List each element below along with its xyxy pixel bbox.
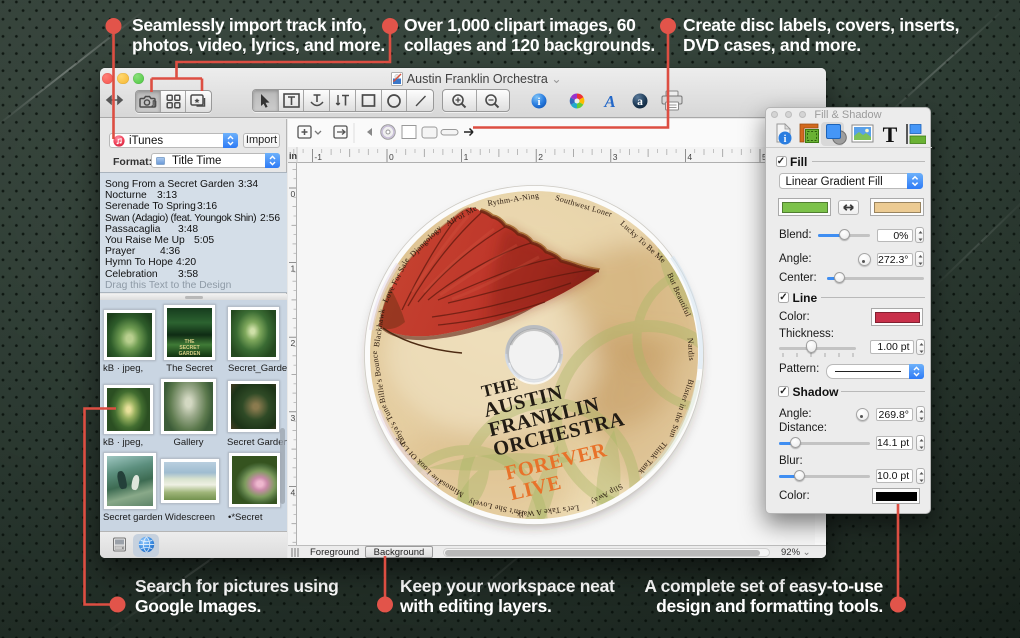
svg-text:i: i bbox=[537, 96, 540, 108]
svg-text:Nardis: Nardis bbox=[686, 338, 696, 362]
svg-text:in: in bbox=[289, 151, 297, 161]
svg-text:4: 4 bbox=[687, 152, 692, 162]
svg-text:T: T bbox=[883, 122, 898, 147]
svg-text:3: 3 bbox=[613, 152, 618, 162]
svg-text:A: A bbox=[603, 92, 615, 111]
svg-text:a: a bbox=[637, 96, 643, 108]
svg-text:i: i bbox=[784, 134, 787, 145]
svg-text:0: 0 bbox=[389, 152, 394, 162]
svg-text:-1: -1 bbox=[314, 152, 322, 162]
svg-text:2: 2 bbox=[538, 152, 543, 162]
svg-text:1: 1 bbox=[464, 152, 469, 162]
